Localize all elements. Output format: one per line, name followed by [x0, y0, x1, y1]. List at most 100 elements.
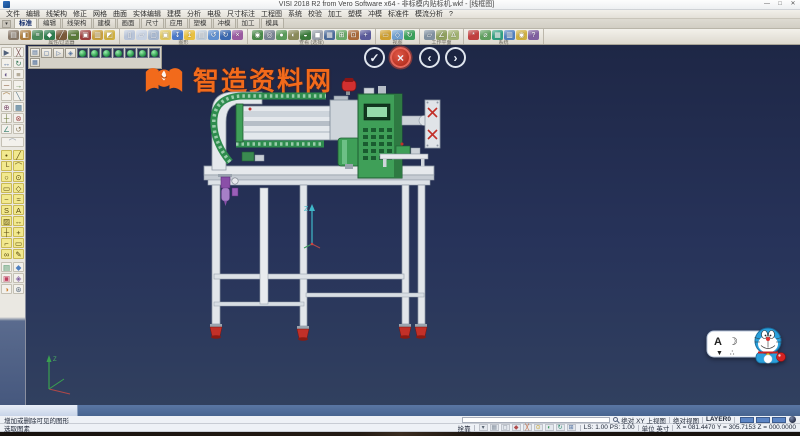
wireframe-mode-icon[interactable]: ▦: [324, 30, 335, 40]
grid-snap-icon[interactable]: ▦: [490, 424, 499, 431]
hatch-tool-icon[interactable]: ▨: [1, 216, 12, 226]
centerline-tool-icon[interactable]: ┼: [1, 227, 12, 237]
extend-icon[interactable]: →: [13, 80, 24, 90]
previous-button[interactable]: ‹: [419, 47, 440, 68]
help-icon[interactable]: ?: [528, 30, 539, 40]
render-icon[interactable]: ◑: [1, 284, 12, 294]
message-field[interactable]: [462, 417, 610, 423]
display-list-icon[interactable]: ▤: [30, 48, 40, 57]
color-swatch-1[interactable]: [740, 417, 754, 423]
assembly-icon[interactable]: ◈: [13, 273, 24, 283]
zoom-all-icon[interactable]: ◈: [65, 48, 76, 58]
bottom-view-icon[interactable]: [149, 48, 160, 58]
trim-icon[interactable]: ─: [1, 80, 12, 90]
tab-模具[interactable]: 模具: [261, 18, 284, 28]
calculator-icon[interactable]: ▦: [492, 30, 503, 40]
undo-tool-icon[interactable]: ↺: [13, 124, 24, 134]
tab-线架构[interactable]: 线架构: [62, 18, 92, 28]
snap-label[interactable]: 拴靠: [458, 423, 471, 433]
text-tool-icon[interactable]: A: [13, 205, 24, 215]
database-icon[interactable]: ▥: [504, 30, 515, 40]
orbit-ball-icon[interactable]: [789, 416, 796, 423]
properties-icon[interactable]: ◩: [104, 30, 115, 40]
angle-icon[interactable]: ∠: [1, 124, 12, 134]
profile-tool-icon[interactable]: ⌐: [1, 238, 12, 248]
selection-filter-icon[interactable]: ▣: [80, 30, 91, 40]
tab-标准[interactable]: 标准: [14, 18, 37, 28]
snapshot-icon[interactable]: ◉: [516, 30, 527, 40]
endpoint-snap-icon[interactable]: ◻: [501, 424, 510, 431]
layer-manager-icon[interactable]: ▤: [1, 262, 12, 272]
menu-item[interactable]: 加工: [325, 10, 345, 19]
linetype-icon[interactable]: ╱: [56, 30, 67, 40]
close-button[interactable]: ✕: [789, 0, 797, 9]
mirror-icon[interactable]: ◐: [1, 69, 12, 79]
polygon-tool-icon[interactable]: ◇: [13, 183, 24, 193]
offset-curve-icon[interactable]: ≈: [13, 194, 24, 204]
color-swatch-3[interactable]: [772, 417, 786, 423]
rotate-view-icon[interactable]: ↻: [404, 30, 415, 40]
undo-icon[interactable]: ↺: [208, 30, 219, 40]
view-ref-button[interactable]: 绝对视图: [673, 415, 699, 425]
axonometric-view-icon[interactable]: [77, 48, 88, 58]
new-document-icon[interactable]: ▯: [124, 30, 135, 40]
zoom-fit-icon[interactable]: ⊞: [336, 30, 347, 40]
chain-tool-icon[interactable]: ∞: [1, 249, 12, 259]
save-document-icon[interactable]: ▢: [148, 30, 159, 40]
polyline-tool-icon[interactable]: └: [1, 161, 12, 171]
erase-icon[interactable]: ╳: [13, 47, 24, 57]
workplane-xy-icon[interactable]: ▱: [424, 30, 435, 40]
viewport-3d[interactable]: ▤▦▢▷◈ ✓ × ‹ › 智造资料网: [26, 45, 800, 405]
snap-settings-icon[interactable]: ▾: [479, 424, 488, 431]
helix-tool-icon[interactable]: S: [1, 205, 12, 215]
group-filter-icon[interactable]: ▥: [92, 30, 103, 40]
save-as-icon[interactable]: ▣: [160, 30, 171, 40]
shaded-mode-icon[interactable]: ◼: [312, 30, 323, 40]
move-icon[interactable]: ↔: [1, 58, 12, 68]
tab-画面[interactable]: 画面: [117, 18, 140, 28]
workplane-align-icon[interactable]: ∠: [436, 30, 447, 40]
magnifier-icon[interactable]: [613, 417, 618, 422]
center-snap-icon[interactable]: ⊙: [534, 424, 543, 431]
iso-view-icon[interactable]: ◇: [392, 30, 403, 40]
right-view-icon[interactable]: [113, 48, 124, 58]
tab-加工[interactable]: 加工: [237, 18, 260, 28]
tab-编辑[interactable]: 编辑: [38, 18, 61, 28]
menu-item[interactable]: 校验: [305, 10, 325, 19]
dynamic-view-icon[interactable]: ▷: [53, 48, 64, 58]
cancel-button[interactable]: ×: [390, 47, 411, 68]
fillet-icon[interactable]: ⌒: [1, 91, 12, 101]
rotate-icon[interactable]: ↻: [13, 58, 24, 68]
tab-冲模[interactable]: 冲模: [213, 18, 236, 28]
open-document-icon[interactable]: ▱: [136, 30, 147, 40]
circle-tool-icon[interactable]: ○: [1, 172, 12, 182]
hide-selected-icon[interactable]: ◎: [264, 30, 275, 40]
library-icon[interactable]: ▣: [1, 273, 12, 283]
top-view-icon[interactable]: [89, 48, 100, 58]
minimize-button[interactable]: —: [763, 0, 771, 9]
redo-icon[interactable]: ↻: [220, 30, 231, 40]
tab-塑模[interactable]: 塑模: [189, 18, 212, 28]
tab-应用[interactable]: 应用: [165, 18, 188, 28]
slot-tool-icon[interactable]: ▭: [13, 238, 24, 248]
intersection-snap-icon[interactable]: ╳: [523, 424, 532, 431]
import-icon[interactable]: ↧: [172, 30, 183, 40]
left-view-icon[interactable]: [125, 48, 136, 58]
invert-visibility-icon[interactable]: ◐: [288, 30, 299, 40]
tab-尺寸[interactable]: 尺寸: [141, 18, 164, 28]
measure-icon[interactable]: ⌀: [480, 30, 491, 40]
tab-建模[interactable]: 建模: [93, 18, 116, 28]
options-icon[interactable]: ⊛: [13, 284, 24, 294]
offset-icon[interactable]: ≡: [13, 69, 24, 79]
crosshair-icon[interactable]: ⊞: [567, 424, 576, 431]
axis-tool-icon[interactable]: +: [13, 227, 24, 237]
rectangle-tool-icon[interactable]: ▭: [1, 183, 12, 193]
ellipse-tool-icon[interactable]: ⊙: [13, 172, 24, 182]
top-view-icon[interactable]: ▭: [380, 30, 391, 40]
confirm-button[interactable]: ✓: [364, 47, 385, 68]
attributes-icon[interactable]: ▤: [8, 30, 19, 40]
material-icon[interactable]: ◆: [13, 262, 24, 272]
explode-icon[interactable]: ⊗: [13, 113, 24, 123]
next-button[interactable]: ›: [445, 47, 466, 68]
back-view-icon[interactable]: [137, 48, 148, 58]
